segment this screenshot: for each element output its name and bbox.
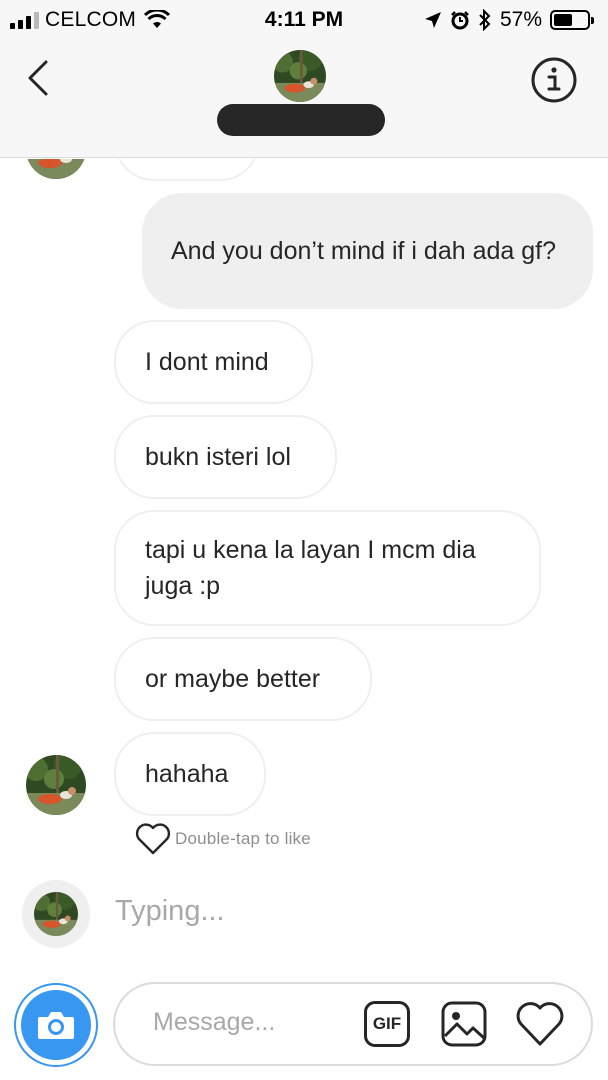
info-icon[interactable] (530, 56, 578, 104)
message-bubble-incoming[interactable]: bukn isteri lol (114, 415, 337, 499)
camera-button[interactable] (14, 983, 98, 1067)
back-chevron-icon[interactable] (22, 58, 62, 98)
message-bubble-outgoing[interactable]: And you don’t mind if i dah ada gf? (142, 193, 593, 309)
message-bubble-incoming[interactable]: I dont mind (114, 320, 313, 404)
contact-avatar[interactable] (274, 50, 326, 102)
heart-outline-icon[interactable] (135, 823, 171, 855)
message-text: hahaha (145, 760, 229, 788)
message-thread[interactable]: And you don’t mind if i dah ada gf? I do… (0, 159, 608, 979)
alarm-icon (451, 11, 469, 30)
battery-percent: 57% (499, 8, 542, 31)
like-hint-text: Double-tap to like (175, 829, 311, 848)
contact-avatar-small[interactable] (26, 159, 86, 179)
message-input-container[interactable]: GIF (113, 982, 593, 1066)
message-bubble-incoming[interactable] (114, 159, 260, 181)
typing-avatar (22, 880, 90, 948)
message-text: tapi u kena la layan I mcm dia juga :p (145, 536, 476, 600)
bluetooth-icon (479, 9, 491, 31)
message-text: or maybe better (145, 665, 321, 693)
message-text: bukn isteri lol (145, 443, 291, 471)
message-bubble-incoming[interactable]: hahaha (114, 732, 266, 816)
gallery-icon[interactable] (440, 1000, 488, 1048)
gif-icon[interactable]: GIF (364, 1001, 410, 1047)
gif-label: GIF (372, 1014, 402, 1033)
chat-header (0, 40, 608, 158)
battery-icon (550, 10, 594, 30)
message-input[interactable] (153, 1008, 353, 1037)
message-text: And you don’t mind if i dah ada gf? (171, 237, 556, 265)
double-tap-like-hint[interactable]: Double-tap to like (135, 823, 311, 855)
contact-avatar-small[interactable] (26, 755, 86, 815)
status-bar: CELCOM 4:11 PM 57% (0, 0, 608, 40)
contact-name-redacted[interactable] (217, 104, 385, 136)
heart-icon[interactable] (515, 1000, 565, 1048)
status-right: 57% (424, 8, 594, 32)
location-arrow-icon (424, 12, 441, 28)
message-composer: GIF (0, 980, 608, 1080)
battery-level (554, 14, 573, 26)
message-bubble-incoming[interactable]: tapi u kena la layan I mcm dia juga :p (114, 510, 541, 626)
typing-indicator: Typing... (115, 895, 225, 927)
camera-icon (38, 1012, 74, 1039)
message-bubble-incoming[interactable]: or maybe better (114, 637, 372, 721)
message-text: I dont mind (145, 348, 269, 376)
